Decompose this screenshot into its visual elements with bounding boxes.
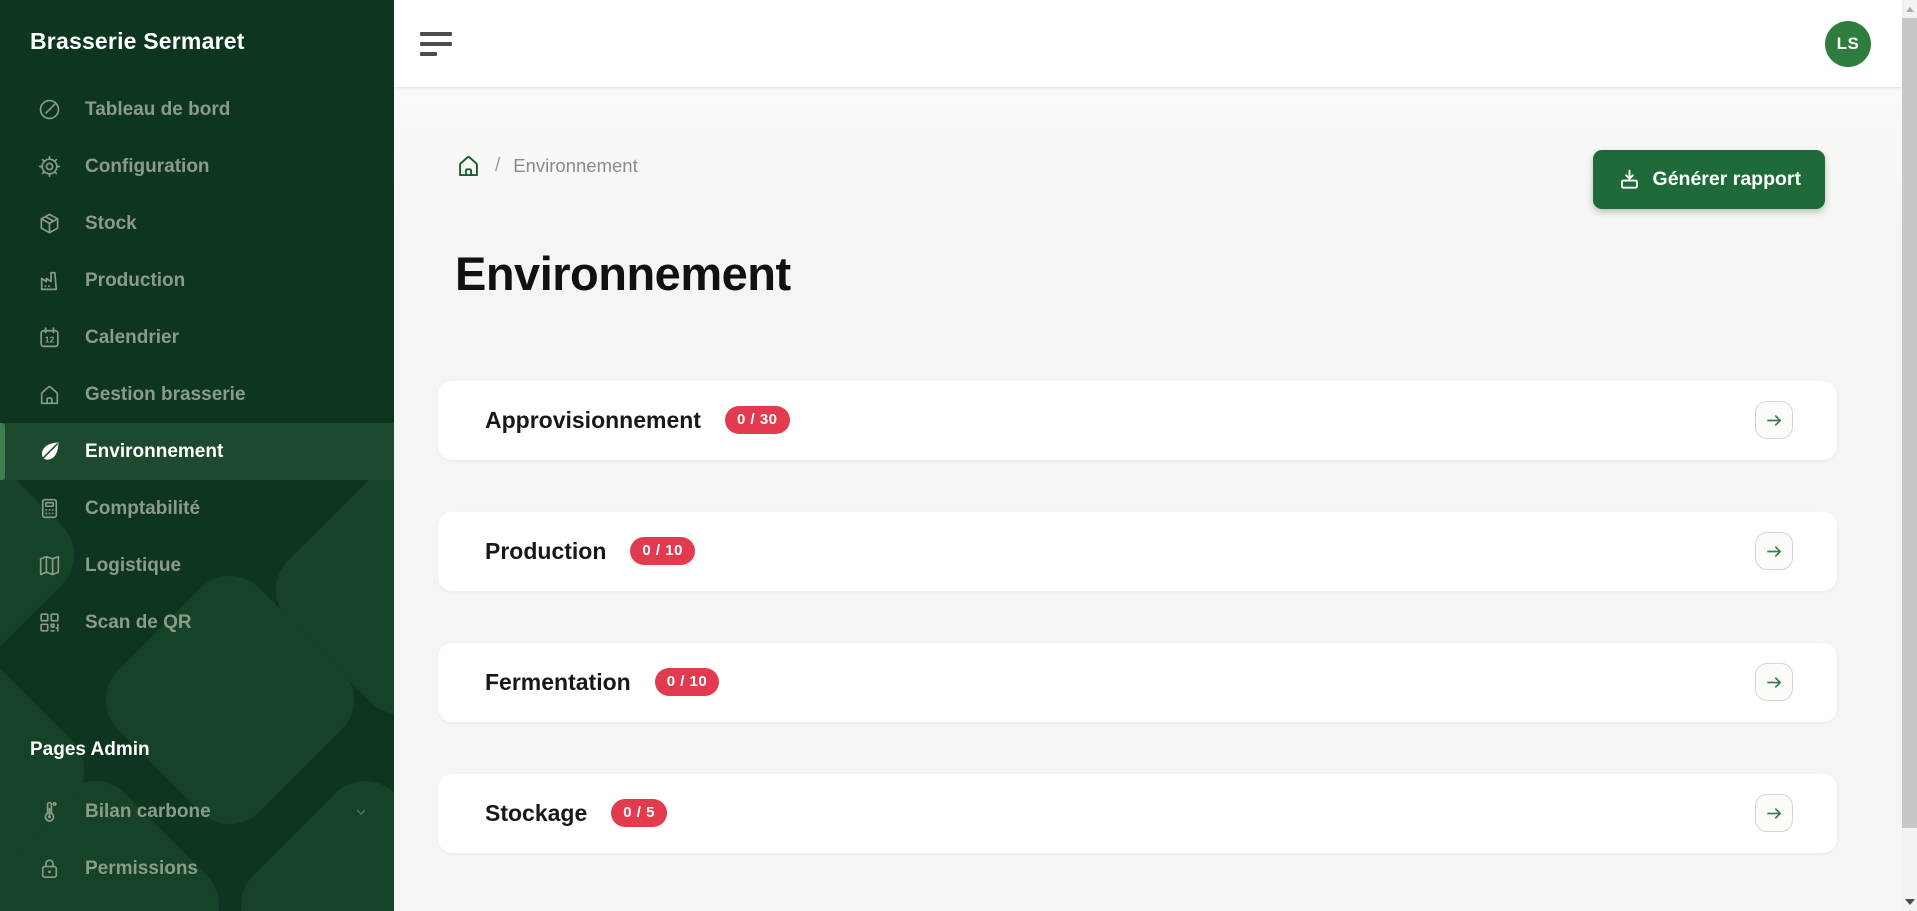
vertical-scrollbar[interactable] bbox=[1902, 0, 1917, 911]
lock-icon bbox=[37, 856, 62, 881]
page-content: / Environnement Générer rapport Environn… bbox=[394, 88, 1902, 911]
category-cards: Approvisionnement 0 / 30 Production 0 / … bbox=[438, 381, 1837, 853]
sidebar-item-label: Environnement bbox=[85, 441, 223, 463]
card-count-badge: 0 / 10 bbox=[630, 537, 695, 565]
scroll-up-arrow[interactable] bbox=[1906, 7, 1914, 12]
scroll-down-arrow[interactable] bbox=[1905, 899, 1915, 905]
sidebar-item-label: Calendrier bbox=[85, 327, 179, 349]
sidebar-item-gestion-brasserie[interactable]: Gestion brasserie bbox=[0, 366, 394, 423]
sidebar-admin-nav: Bilan carbone Permissions bbox=[0, 783, 394, 897]
arrow-right-icon bbox=[1764, 541, 1785, 562]
home-icon bbox=[37, 382, 62, 407]
breadcrumb-current: Environnement bbox=[513, 155, 637, 177]
package-icon bbox=[37, 211, 62, 236]
arrow-right-icon bbox=[1764, 803, 1785, 824]
sidebar-item-label: Tableau de bord bbox=[85, 99, 230, 121]
svg-text:12: 12 bbox=[45, 335, 55, 345]
breadcrumb-separator: / bbox=[495, 155, 500, 177]
page-head: / Environnement Générer rapport bbox=[438, 150, 1837, 209]
sidebar-item-comptabilite[interactable]: Comptabilité bbox=[0, 480, 394, 537]
sidebar-item-label: Gestion brasserie bbox=[85, 384, 246, 406]
sidebar: Brasserie Sermaret Tableau de bord Confi… bbox=[0, 0, 394, 911]
card-count-badge: 0 / 10 bbox=[655, 668, 720, 696]
card-stockage[interactable]: Stockage 0 / 5 bbox=[438, 774, 1837, 853]
card-open-button[interactable] bbox=[1755, 401, 1793, 439]
main-area: LS / Environnement Générer rapport bbox=[394, 0, 1902, 911]
thermometer-icon bbox=[37, 799, 62, 824]
sidebar-item-label: Scan de QR bbox=[85, 612, 192, 634]
card-open-button[interactable] bbox=[1755, 532, 1793, 570]
card-open-button[interactable] bbox=[1755, 663, 1793, 701]
sidebar-item-permissions[interactable]: Permissions bbox=[0, 840, 394, 897]
sidebar-item-bilan-carbone[interactable]: Bilan carbone bbox=[0, 783, 394, 840]
arrow-right-icon bbox=[1764, 672, 1785, 693]
scrollbar-thumb[interactable] bbox=[1902, 18, 1917, 828]
card-fermentation[interactable]: Fermentation 0 / 10 bbox=[438, 643, 1837, 722]
app-window: Brasserie Sermaret Tableau de bord Confi… bbox=[0, 0, 1917, 911]
sidebar-item-label: Permissions bbox=[85, 858, 198, 880]
card-title: Production bbox=[485, 538, 606, 565]
sidebar-item-environnement[interactable]: Environnement bbox=[0, 423, 394, 480]
sidebar-item-stock[interactable]: Stock bbox=[0, 195, 394, 252]
card-open-button[interactable] bbox=[1755, 794, 1793, 832]
sidebar-item-label: Logistique bbox=[85, 555, 181, 577]
card-count-badge: 0 / 5 bbox=[611, 799, 667, 827]
gear-icon bbox=[37, 154, 62, 179]
generate-report-label: Générer rapport bbox=[1653, 168, 1801, 191]
sidebar-item-label: Configuration bbox=[85, 156, 210, 178]
admin-section-heading: Pages Admin bbox=[0, 739, 394, 761]
calculator-icon bbox=[37, 496, 62, 521]
download-icon bbox=[1617, 167, 1642, 192]
card-approvisionnement[interactable]: Approvisionnement 0 / 30 bbox=[438, 381, 1837, 460]
generate-report-button[interactable]: Générer rapport bbox=[1593, 150, 1825, 209]
card-title: Approvisionnement bbox=[485, 407, 701, 434]
sidebar-item-label: Production bbox=[85, 270, 185, 292]
card-title: Stockage bbox=[485, 800, 587, 827]
card-title: Fermentation bbox=[485, 669, 631, 696]
card-count-badge: 0 / 30 bbox=[725, 406, 790, 434]
chevron-down-icon bbox=[354, 805, 368, 819]
sidebar-item-configuration[interactable]: Configuration bbox=[0, 138, 394, 195]
sidebar-item-logistique[interactable]: Logistique bbox=[0, 537, 394, 594]
user-avatar[interactable]: LS bbox=[1825, 21, 1871, 67]
leaf-icon bbox=[37, 439, 62, 464]
sidebar-item-label: Comptabilité bbox=[85, 498, 200, 520]
qr-code-icon bbox=[37, 610, 62, 635]
card-production[interactable]: Production 0 / 10 bbox=[438, 512, 1837, 591]
breadcrumb: / Environnement bbox=[455, 152, 638, 179]
sidebar-item-label: Bilan carbone bbox=[85, 801, 211, 823]
topbar: LS bbox=[394, 0, 1902, 88]
arrow-right-icon bbox=[1764, 410, 1785, 431]
gauge-icon bbox=[37, 97, 62, 122]
sidebar-item-production[interactable]: Production bbox=[0, 252, 394, 309]
brand-title: Brasserie Sermaret bbox=[0, 0, 394, 55]
factory-icon bbox=[37, 268, 62, 293]
sidebar-item-tableau-de-bord[interactable]: Tableau de bord bbox=[0, 81, 394, 138]
page-title: Environnement bbox=[455, 249, 1837, 299]
sidebar-item-scan-de-qr[interactable]: Scan de QR bbox=[0, 594, 394, 651]
hamburger-menu-button[interactable] bbox=[420, 32, 452, 56]
sidebar-item-calendrier[interactable]: 12 Calendrier bbox=[0, 309, 394, 366]
sidebar-item-label: Stock bbox=[85, 213, 137, 235]
calendar-icon: 12 bbox=[37, 325, 62, 350]
map-icon bbox=[37, 553, 62, 578]
sidebar-nav: Tableau de bord Configuration Stock Prod… bbox=[0, 81, 394, 651]
breadcrumb-home-icon[interactable] bbox=[455, 152, 482, 179]
